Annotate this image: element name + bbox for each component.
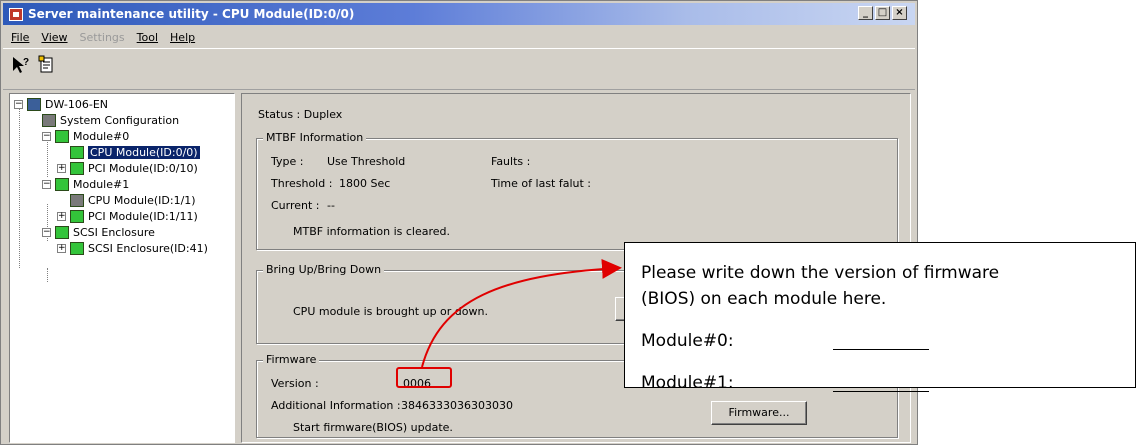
title-bar[interactable]: Server maintenance utility - CPU Module(… xyxy=(3,3,915,25)
bring-up-message: CPU module is brought up or down. xyxy=(293,305,488,318)
tree-label-cpu00: CPU Module(ID:0/0) xyxy=(88,145,200,159)
tree-label-module0: Module#0 xyxy=(73,129,130,143)
document-icon[interactable] xyxy=(37,55,57,75)
collapse-icon[interactable]: − xyxy=(42,227,51,237)
svg-text:?: ? xyxy=(23,57,29,68)
status-text: Status : Duplex xyxy=(258,108,343,121)
module-icon xyxy=(55,177,69,191)
cpu-module-icon xyxy=(70,193,84,207)
tree-label-cpu11: CPU Module(ID:1/1) xyxy=(88,193,196,207)
menu-settings[interactable]: Settings xyxy=(80,31,125,44)
threshold-label: Threshold : xyxy=(271,177,333,190)
tree-node-pci11[interactable]: + PCI Module(ID:1/11) xyxy=(57,208,198,224)
tree-label-pci11: PCI Module(ID:1/11) xyxy=(88,209,198,223)
maximize-button[interactable]: □ xyxy=(875,6,890,20)
menu-view[interactable]: View xyxy=(41,31,67,44)
mtbf-cleared-message: MTBF information is cleared. xyxy=(293,225,450,238)
tree-view[interactable]: − DW-106-EN System Configuration − Modul… xyxy=(9,93,235,443)
pci-module-icon xyxy=(70,209,84,223)
bring-up-group-title: Bring Up/Bring Down xyxy=(263,263,385,276)
callout-line-1: Please write down the version of firmwar… xyxy=(641,263,1000,283)
tree-label-module1: Module#1 xyxy=(73,177,130,191)
additional-info-label: Additional Information : xyxy=(271,399,401,412)
faults-label: Faults : xyxy=(491,155,531,168)
tree-label-system-configuration: System Configuration xyxy=(60,113,180,127)
time-of-last-fault-label: Time of last falut : xyxy=(491,177,592,190)
tree-node-pci00[interactable]: + PCI Module(ID:0/10) xyxy=(57,160,198,176)
menu-tool[interactable]: Tool xyxy=(137,31,158,44)
callout-module0-label: Module#0: xyxy=(641,331,734,351)
scsi-enclosure-icon xyxy=(70,241,84,255)
firmware-update-message: Start firmware(BIOS) update. xyxy=(293,421,453,434)
menu-help[interactable]: Help xyxy=(170,31,195,44)
annotation-callout: Please write down the version of firmwar… xyxy=(624,242,1136,393)
tree-node-scsi41[interactable]: + SCSI Enclosure(ID:41) xyxy=(57,240,208,256)
scsi-enclosure-icon xyxy=(55,225,69,239)
mtbf-group: MTBF Information Type : Use Threshold Th… xyxy=(256,131,898,250)
callout-line-2: (BIOS) on each module here. xyxy=(641,289,887,309)
version-highlight-box xyxy=(396,367,452,388)
collapse-icon[interactable]: − xyxy=(42,131,51,141)
version-label: Version : xyxy=(271,377,319,390)
close-button[interactable]: × xyxy=(892,6,907,20)
firmware-group-title: Firmware xyxy=(263,353,320,366)
tree-label-scsi: SCSI Enclosure xyxy=(73,225,155,239)
type-label: Type : xyxy=(271,155,304,168)
module-icon xyxy=(55,129,69,143)
server-icon xyxy=(27,97,41,111)
module1-write-in-line xyxy=(833,391,929,392)
menu-file[interactable]: File xyxy=(11,31,29,44)
current-value: -- xyxy=(327,199,335,212)
firmware-button[interactable]: Firmware... xyxy=(711,401,807,425)
expand-icon[interactable]: + xyxy=(57,211,66,221)
cpu-module-icon xyxy=(70,145,84,159)
threshold-value: 1800 Sec xyxy=(339,177,391,190)
additional-info-value: 3846333036303030 xyxy=(401,399,513,412)
tree-node-module0[interactable]: − Module#0 xyxy=(42,128,129,144)
mtbf-group-title: MTBF Information xyxy=(263,131,367,144)
menu-bar: File View Settings Tool Help xyxy=(11,28,195,46)
tree-label-pci00: PCI Module(ID:0/10) xyxy=(88,161,198,175)
current-label: Current : xyxy=(271,199,320,212)
expand-icon[interactable]: + xyxy=(57,243,66,253)
tree-node-cpu00[interactable]: CPU Module(ID:0/0) xyxy=(70,144,200,160)
tree-label-scsi41: SCSI Enclosure(ID:41) xyxy=(88,241,208,255)
tree-node-root[interactable]: − DW-106-EN xyxy=(14,96,108,112)
collapse-icon[interactable]: − xyxy=(14,99,23,109)
tree-node-module1[interactable]: − Module#1 xyxy=(42,176,129,192)
whats-this-help-icon[interactable]: ? xyxy=(11,55,31,75)
expand-icon[interactable]: + xyxy=(57,163,66,173)
system-configuration-icon xyxy=(42,113,56,127)
tree-label-root: DW-106-EN xyxy=(45,97,109,111)
toolbar: ? xyxy=(3,48,915,90)
tree-node-system-configuration[interactable]: System Configuration xyxy=(42,112,179,128)
pci-module-icon xyxy=(70,161,84,175)
app-icon xyxy=(9,7,23,21)
window-title: Server maintenance utility - CPU Module(… xyxy=(28,7,355,21)
minimize-button[interactable]: _ xyxy=(858,6,873,20)
tree-node-cpu11[interactable]: CPU Module(ID:1/1) xyxy=(70,192,196,208)
callout-module1-label: Module#1: xyxy=(641,373,734,393)
tree-node-scsi[interactable]: − SCSI Enclosure xyxy=(42,224,155,240)
module0-write-in-line xyxy=(833,349,929,350)
collapse-icon[interactable]: − xyxy=(42,179,51,189)
type-value: Use Threshold xyxy=(327,155,406,168)
